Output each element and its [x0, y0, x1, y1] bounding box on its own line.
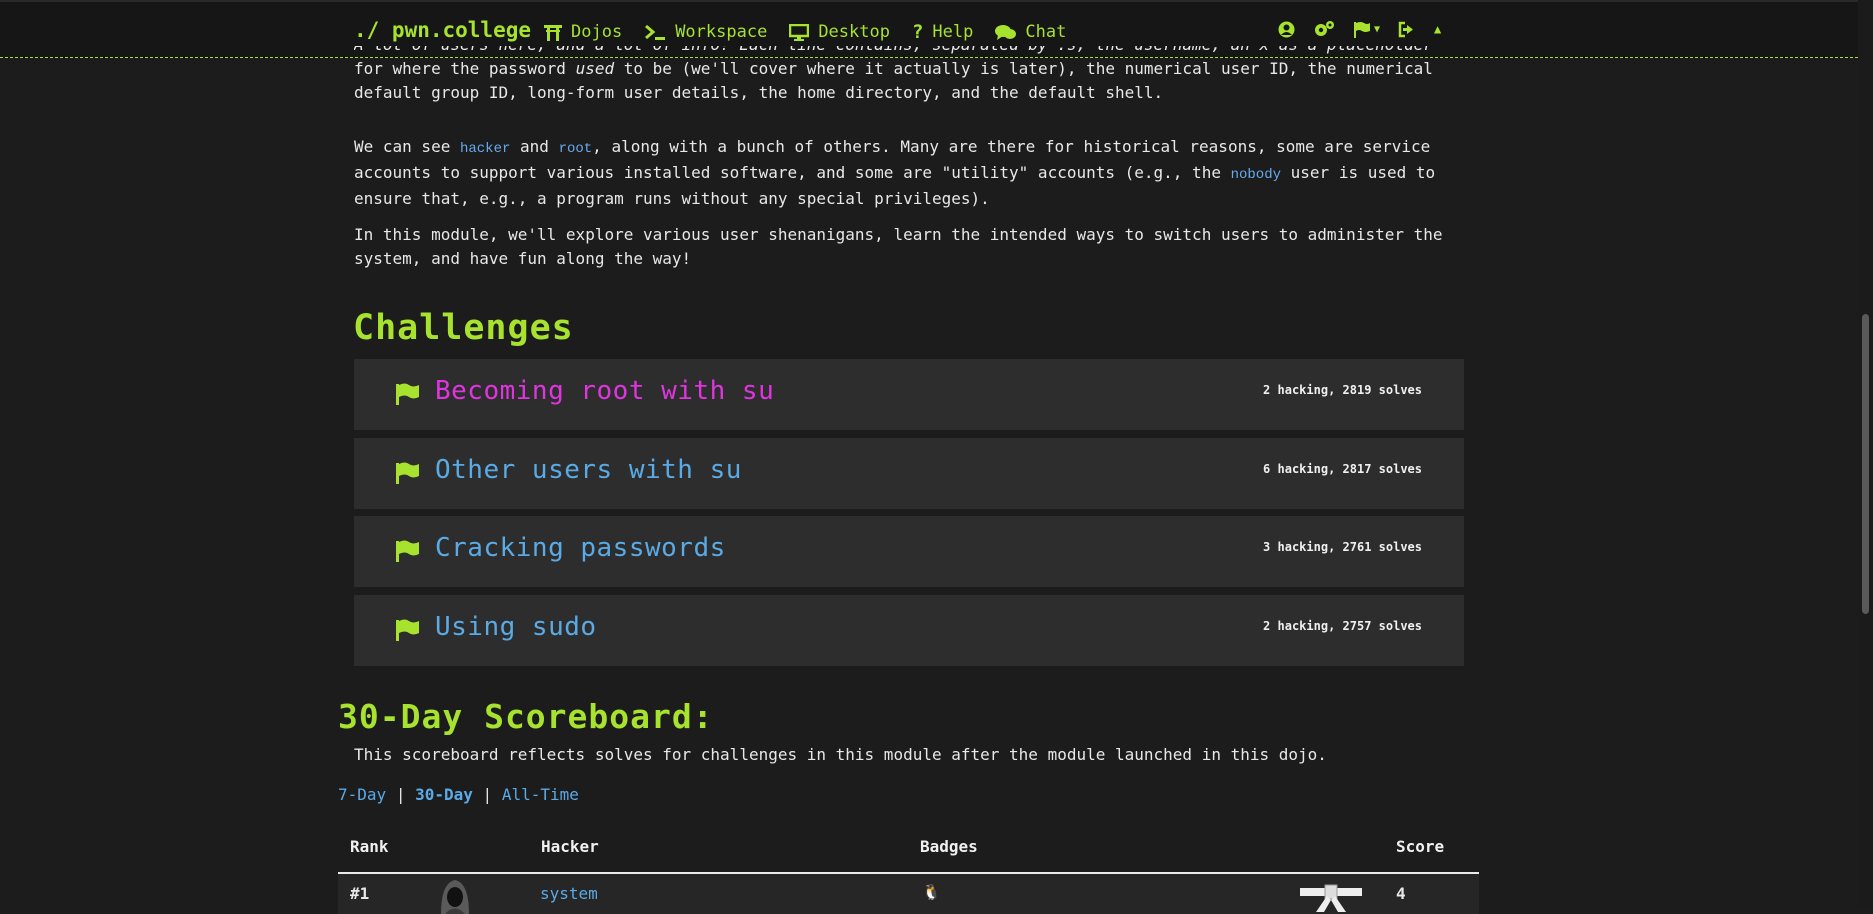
column-rank: Rank — [350, 837, 389, 856]
challenge-stats: 6 hacking, 2817 solves — [1263, 462, 1422, 476]
code-nobody: nobody — [1230, 167, 1282, 183]
intro-p1-em: used — [575, 59, 615, 78]
intro-p2-text-d: user is used to — [1281, 163, 1436, 182]
challenge-card[interactable]: Cracking passwords 3 hacking, 2761 solves — [354, 516, 1464, 587]
scoreboard-description: This scoreboard reflects solves for chal… — [354, 745, 1327, 764]
intro-p1-text-a: for where the password — [354, 59, 576, 78]
intro-p3-text-b: system, and have fun along the way! — [354, 249, 692, 268]
gears-icon[interactable] — [1313, 20, 1335, 38]
challenge-card[interactable]: Using sudo 2 hacking, 2757 solves — [354, 595, 1464, 666]
intro-p1-text-b: to be (we'll cover where it actually is … — [614, 59, 1433, 78]
hacker-avatar — [441, 880, 469, 914]
flag-icon — [396, 383, 419, 405]
challenge-title[interactable]: Becoming root with su — [435, 376, 774, 406]
nav-dojos[interactable]: Dojos — [544, 21, 622, 43]
intro-paragraph-2: We can see hacker and root, along with a… — [354, 135, 1454, 211]
intro-p3-text-a: In this module, we'll explore various us… — [354, 225, 1443, 244]
flag-dropdown-icon[interactable]: ▼ — [1353, 21, 1380, 38]
row-rank: #1 — [350, 884, 370, 903]
nav-workspace-label: Workspace — [675, 22, 768, 42]
scoreboard-heading: 30-Day Scoreboard: — [338, 697, 714, 736]
intro-p2-text-b: , along with a bunch of others. Many are… — [592, 137, 1431, 156]
desktop-icon — [789, 23, 810, 41]
challenges-heading: Challenges — [353, 308, 574, 348]
torii-icon — [544, 24, 562, 41]
nav-links: Dojos Workspace Desktop ? Help Chat — [544, 21, 1066, 43]
challenge-card[interactable]: Other users with su 6 hacking, 2817 solve… — [354, 438, 1464, 509]
range-separator: | — [482, 785, 493, 804]
brand-logo[interactable]: ./ pwn.college — [354, 18, 531, 42]
intro-p1-text-c: default group ID, long-form user details… — [354, 83, 1164, 102]
row-score: 4 — [1396, 884, 1406, 903]
range-separator: | — [395, 785, 406, 804]
user-circle-icon[interactable] — [1278, 21, 1295, 38]
table-row: #1 system 🐧 4 — [338, 874, 1479, 914]
caret-up-icon[interactable]: ▲ — [1434, 22, 1441, 36]
terminal-icon — [645, 24, 666, 40]
nav-help-label: Help — [932, 22, 974, 42]
code-hacker: hacker — [459, 141, 511, 157]
nav-right-icons: ▼ ▲ — [1278, 20, 1441, 38]
sign-out-icon[interactable] — [1398, 21, 1416, 38]
page-scrollbar[interactable] — [1858, 0, 1873, 908]
nav-desktop-label: Desktop — [818, 22, 890, 42]
nav-help[interactable]: ? Help — [912, 21, 973, 43]
challenge-title[interactable]: Using sudo — [435, 612, 597, 642]
column-badges: Badges — [920, 837, 978, 856]
range-30-day[interactable]: 30-Day — [415, 785, 473, 804]
scoreboard-range-links: 7-Day | 30-Day | All-Time — [338, 785, 579, 804]
challenge-title[interactable]: Cracking passwords — [435, 533, 726, 563]
nav-chat[interactable]: Chat — [995, 21, 1066, 43]
column-score: Score — [1396, 837, 1445, 856]
code-root: root — [558, 141, 593, 157]
flag-icon — [396, 462, 419, 484]
nav-desktop[interactable]: Desktop — [789, 21, 890, 43]
intro-p2-text-c: accounts to support various installed so… — [354, 163, 1231, 182]
challenge-stats: 2 hacking, 2819 solves — [1263, 383, 1422, 397]
intro-p2-text-a: We can see — [354, 137, 460, 156]
flag-icon — [396, 540, 419, 562]
hacker-name-link[interactable]: system — [540, 884, 598, 903]
penguin-badge: 🐧 — [922, 883, 941, 901]
intro-p2-and: and — [510, 137, 559, 156]
challenge-stats: 3 hacking, 2761 solves — [1263, 540, 1422, 554]
challenge-card[interactable]: Becoming root with su 2 hacking, 2819 sol… — [354, 359, 1464, 430]
challenge-title[interactable]: Other users with su — [435, 455, 742, 485]
question-icon: ? — [911, 21, 924, 43]
intro-paragraph-1: A lot of users here, and a lot of info! … — [354, 46, 1454, 118]
challenge-stats: 2 hacking, 2757 solves — [1263, 619, 1422, 633]
intro-paragraph-3: In this module, we'll explore various us… — [354, 223, 1454, 271]
nav-workspace[interactable]: Workspace — [644, 21, 767, 43]
nav-chat-label: Chat — [1025, 22, 1067, 42]
range-7-day[interactable]: 7-Day — [338, 785, 386, 804]
flag-icon — [396, 619, 419, 641]
intro-p2-text-e: ensure that, e.g., a program runs withou… — [354, 189, 990, 208]
column-hacker: Hacker — [541, 837, 599, 856]
range-all-time[interactable]: All-Time — [502, 785, 579, 804]
nav-dojos-label: Dojos — [571, 22, 623, 42]
scrollbar-thumb[interactable] — [1862, 314, 1869, 614]
intro-p1-partial-line: A lot of users here, and a lot of info! … — [354, 46, 1454, 57]
comments-icon — [995, 24, 1017, 40]
